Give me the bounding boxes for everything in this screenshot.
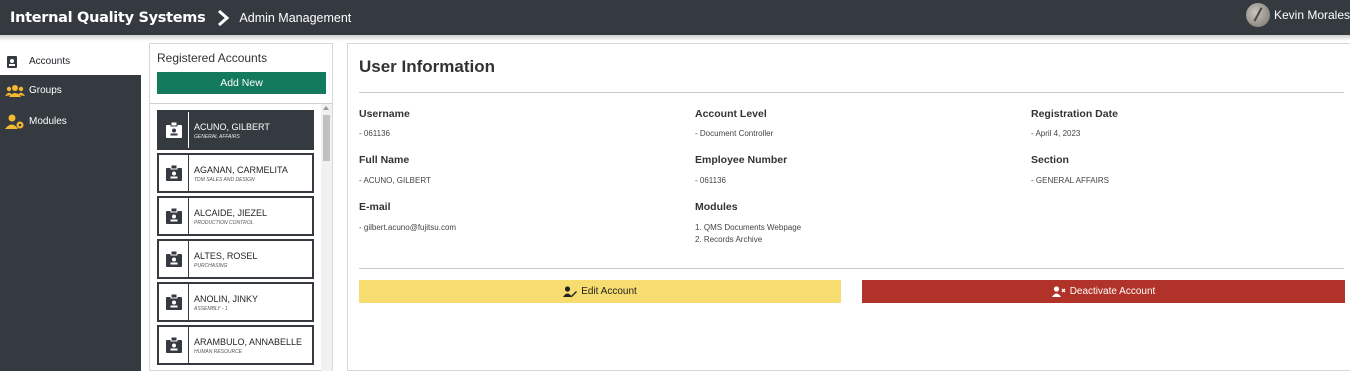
employee-number-label: Employee Number — [695, 154, 788, 166]
account-name: ACUNO, GILBERT — [194, 122, 270, 132]
sidebar-item-accounts[interactable]: Accounts — [0, 48, 141, 75]
account-level-value: - Document Controller — [695, 129, 774, 138]
card-separator — [188, 284, 189, 320]
navbar-shadow — [0, 35, 1350, 41]
panel-title: Registered Accounts — [157, 51, 268, 65]
section-label: Section — [1031, 154, 1069, 166]
edit-account-label: Edit Account — [581, 286, 637, 297]
account-list-scrollbar[interactable] — [321, 104, 332, 371]
avatar[interactable] — [1245, 3, 1270, 27]
user-menu[interactable]: Kevin Morales — [1245, 3, 1350, 27]
account-department: PURCHASING — [194, 263, 228, 269]
app-brand[interactable]: Internal Quality Systems — [10, 10, 206, 26]
sidebar-item-modules[interactable]: Modules — [0, 106, 141, 137]
id-badge-icon — [166, 294, 182, 310]
account-department: PRODUCTION CONTROL — [194, 220, 254, 226]
email-value: - gilbert.acuno@fujitsu.com — [359, 223, 457, 232]
account-card[interactable]: ACUNO, GILBERT GENERAL AFFAIRS — [157, 110, 314, 150]
account-department: TDM SALES AND DESIGN — [194, 177, 255, 183]
account-card[interactable]: ALCAIDE, JIEZEL PRODUCTION CONTROL — [157, 196, 314, 236]
full-name-value: - ACUNO, GILBERT — [359, 176, 431, 185]
account-name: ALTES, ROSEL — [194, 251, 258, 261]
sidebar: Accounts Groups Modules — [0, 48, 141, 371]
id-badge-icon — [166, 208, 182, 224]
id-badge-icon — [166, 165, 182, 181]
account-department: HUMAN RESOURCE — [194, 349, 243, 355]
id-badge-icon — [166, 122, 182, 138]
id-badge-icon — [166, 337, 182, 353]
sidebar-item-groups[interactable]: Groups — [0, 75, 141, 106]
card-separator — [188, 198, 189, 234]
username-value: - 061136 — [359, 129, 390, 138]
account-list: ACUNO, GILBERT GENERAL AFFAIRS AGANAN, C… — [157, 110, 314, 368]
account-name: ANOLIN, JINKY — [194, 294, 259, 304]
top-navbar: Internal Quality Systems Admin Managemen… — [0, 0, 1350, 35]
module-item: 2. Records Archive — [695, 235, 763, 244]
sidebar-item-label: Modules — [29, 116, 67, 127]
account-name: ALCAIDE, JIEZEL — [194, 208, 268, 218]
user-information-panel: User Information Username - 061136 Accou… — [347, 43, 1350, 371]
breadcrumb: Admin Management — [239, 10, 352, 25]
scroll-up-arrow-icon[interactable] — [323, 106, 329, 110]
card-separator — [188, 241, 189, 277]
username-label: Username — [359, 108, 410, 120]
email-label: E-mail — [359, 201, 391, 213]
users-icon — [5, 84, 25, 97]
modules-label: Modules — [695, 201, 738, 213]
divider — [359, 268, 1344, 269]
user-gear-icon — [5, 114, 24, 129]
deactivate-account-label: Deactivate Account — [1069, 286, 1156, 297]
registered-accounts-panel: Registered Accounts Add New ACUNO, GILBE… — [149, 43, 333, 371]
account-level-label: Account Level — [695, 108, 767, 120]
user-x-icon — [1051, 286, 1066, 297]
deactivate-account-button[interactable]: Deactivate Account — [862, 280, 1345, 303]
section-value: - GENERAL AFFAIRS — [1031, 176, 1109, 185]
card-separator — [188, 112, 189, 148]
user-name[interactable]: Kevin Morales — [1274, 8, 1350, 22]
full-name-label: Full Name — [359, 154, 410, 166]
card-separator — [188, 155, 189, 191]
account-card[interactable]: ANOLIN, JINKY ASSEMBLY - 1 — [157, 282, 314, 322]
registration-date-value: - April 4, 2023 — [1031, 129, 1081, 138]
user-edit-icon — [563, 286, 578, 297]
chevron-right-icon — [218, 9, 230, 26]
account-department: GENERAL AFFAIRS — [194, 134, 240, 140]
add-new-button[interactable]: Add New — [157, 72, 326, 94]
id-badge-icon — [166, 251, 182, 267]
edit-account-button[interactable]: Edit Account — [359, 280, 841, 303]
employee-number-value: - 061136 — [695, 176, 726, 185]
card-separator — [188, 327, 189, 363]
scroll-thumb[interactable] — [323, 115, 330, 161]
page-title: User Information — [359, 57, 496, 76]
sidebar-item-label: Accounts — [29, 56, 71, 67]
divider — [359, 92, 1344, 93]
account-name: AGANAN, CARMELITA — [194, 165, 288, 175]
account-name: ARAMBULO, ANNABELLE — [194, 337, 303, 347]
divider — [150, 103, 332, 104]
account-card[interactable]: ARAMBULO, ANNABELLE HUMAN RESOURCE — [157, 325, 314, 365]
account-card[interactable]: AGANAN, CARMELITA TDM SALES AND DESIGN — [157, 153, 314, 193]
registration-date-label: Registration Date — [1031, 108, 1118, 120]
sidebar-item-label: Groups — [29, 85, 62, 96]
id-badge-icon — [7, 55, 17, 68]
account-card[interactable]: ALTES, ROSEL PURCHASING — [157, 239, 314, 279]
module-item: 1. QMS Documents Webpage — [695, 223, 802, 232]
account-department: ASSEMBLY - 1 — [194, 306, 228, 312]
